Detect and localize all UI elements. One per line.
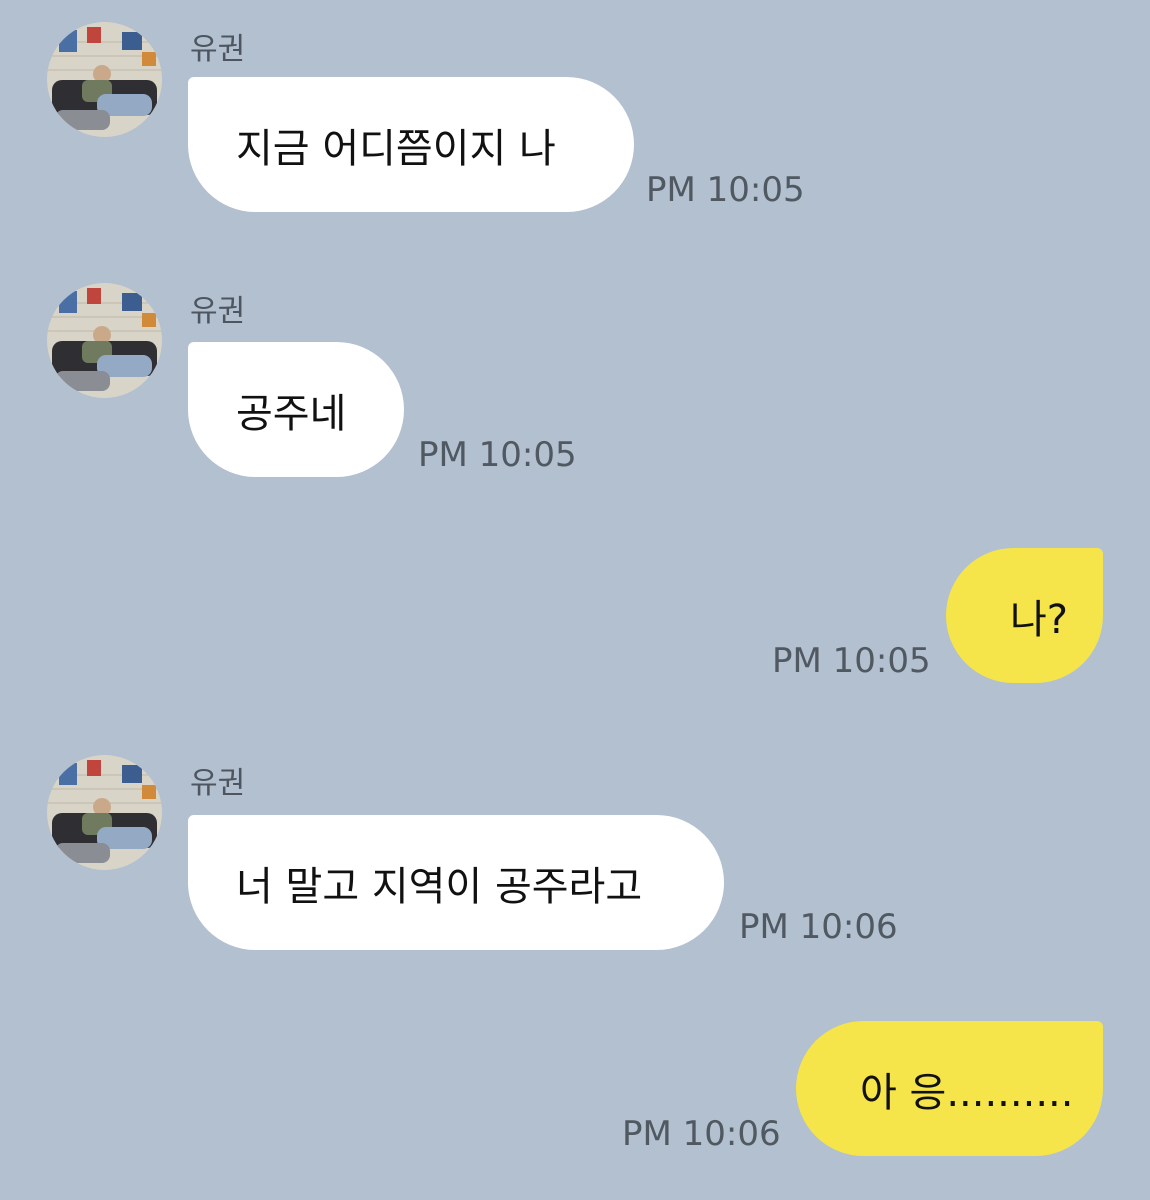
message-bubble-incoming[interactable]: 너 말고 지역이 공주라고: [188, 815, 724, 950]
message-text: 나?: [1010, 596, 1069, 643]
sender-name: 유권: [190, 32, 246, 67]
profile-photo-icon: [47, 755, 162, 870]
message-time: PM 10:06: [739, 907, 898, 947]
avatar[interactable]: [47, 755, 162, 870]
message-text: 공주네: [236, 390, 347, 437]
message-bubble-outgoing[interactable]: 아 응..........: [796, 1021, 1103, 1156]
message-time: PM 10:06: [622, 1114, 781, 1154]
message-bubble-outgoing[interactable]: 나?: [946, 548, 1103, 683]
avatar[interactable]: [47, 22, 162, 137]
message-text: 지금 어디쯤이지 나: [236, 125, 556, 172]
profile-photo-icon: [47, 283, 162, 398]
message-bubble-incoming[interactable]: 공주네: [188, 342, 404, 477]
message-time: PM 10:05: [772, 641, 931, 681]
profile-photo-icon: [47, 22, 162, 137]
message-time: PM 10:05: [646, 170, 805, 210]
message-time: PM 10:05: [418, 435, 577, 475]
message-bubble-incoming[interactable]: 지금 어디쯤이지 나: [188, 77, 634, 212]
sender-name: 유권: [190, 766, 246, 801]
sender-name: 유권: [190, 294, 246, 329]
message-text: 너 말고 지역이 공주라고: [236, 863, 643, 910]
avatar[interactable]: [47, 283, 162, 398]
message-text: 아 응..........: [860, 1069, 1074, 1116]
